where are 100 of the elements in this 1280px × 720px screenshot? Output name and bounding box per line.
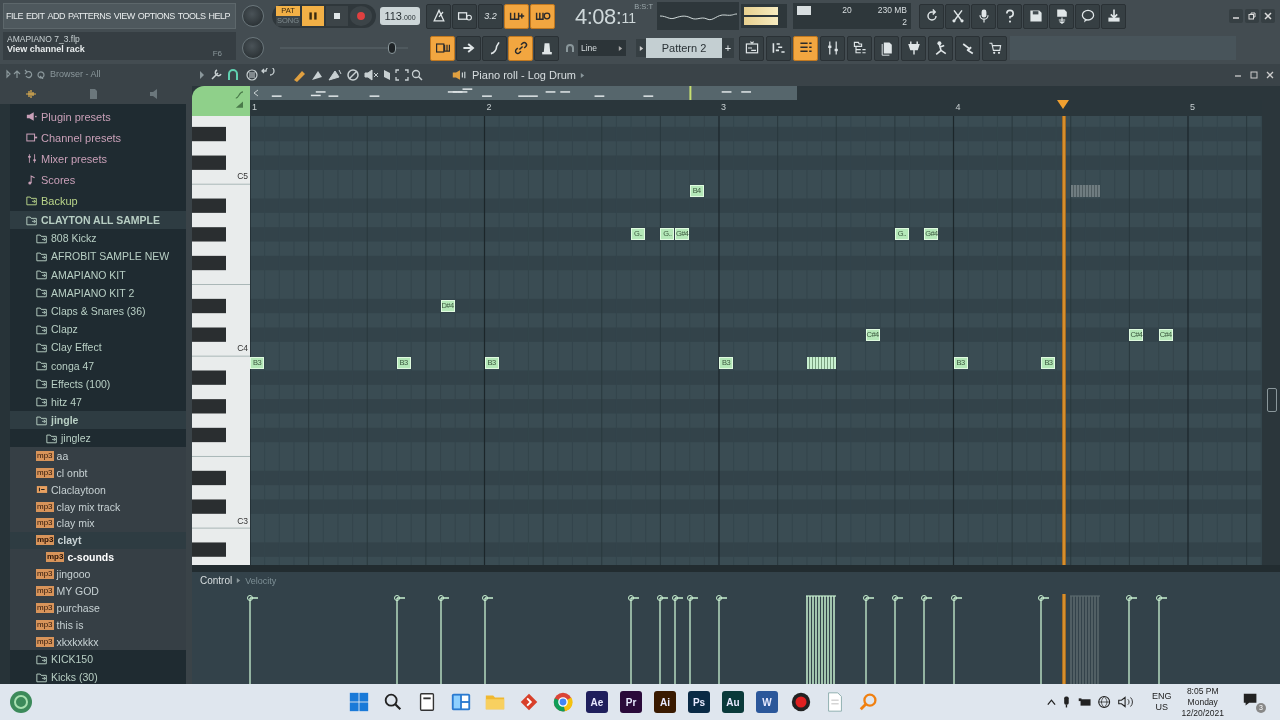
file-type-badge: mp3 <box>36 535 55 546</box>
browser-item[interactable]: CLAYTON ALL SAMPLE <box>10 211 186 230</box>
pattern-arrow-button[interactable] <box>636 39 646 57</box>
key-label: C3 <box>237 516 248 526</box>
browser-item[interactable]: mp3 xkxkxkkx <box>10 633 186 651</box>
app-tile[interactable]: W <box>756 691 778 713</box>
plugin-button[interactable] <box>901 35 926 61</box>
magnet-icon[interactable] <box>565 43 575 53</box>
countdown-button[interactable]: 3.2 <box>478 3 503 29</box>
stepedit-button[interactable] <box>430 35 455 61</box>
help-button[interactable] <box>997 3 1022 29</box>
menu-item[interactable]: OPTIONS <box>137 11 175 21</box>
menu-item[interactable]: VIEW <box>113 11 135 21</box>
app-tile[interactable]: Au <box>722 691 744 713</box>
maximize-icon[interactable] <box>1249 70 1259 80</box>
restore-button[interactable] <box>1245 9 1259 23</box>
playhead-marker[interactable] <box>1057 100 1070 110</box>
slider-thumb[interactable] <box>388 42 396 54</box>
loop-button[interactable] <box>530 3 555 29</box>
app-tile[interactable]: Ai <box>654 691 676 713</box>
bell-button[interactable] <box>534 35 559 61</box>
menu-item[interactable]: ADD <box>47 11 66 21</box>
stop-button[interactable] <box>326 6 348 26</box>
link-button[interactable] <box>508 35 533 61</box>
folder-icon <box>46 432 58 444</box>
velocity-bar-group[interactable] <box>804 594 837 684</box>
menu-item[interactable]: PATTERNS <box>68 11 111 21</box>
slide-button[interactable] <box>482 35 507 61</box>
master-volume-knob[interactable] <box>242 5 264 27</box>
channelrack-button[interactable] <box>793 35 818 61</box>
hint-text: View channel rack <box>7 44 85 54</box>
app-tile[interactable]: Ps <box>688 691 710 713</box>
search-icon[interactable] <box>382 691 404 713</box>
browser-item[interactable]: mp3 clay mix track <box>10 498 186 515</box>
scrollbar[interactable] <box>0 104 10 684</box>
bar-number: 4 <box>955 102 961 112</box>
browser-item[interactable]: mp3 clay mix <box>10 515 186 532</box>
waveform-icon[interactable] <box>25 88 37 100</box>
download-icon <box>1105 8 1122 24</box>
scroll-left-icon[interactable] <box>252 88 260 98</box>
browser-item[interactable]: mp3 cl onbt <box>10 464 186 482</box>
pattern-selector[interactable]: Pattern 2 <box>646 38 722 58</box>
pause-button[interactable] <box>302 6 324 26</box>
mic-button[interactable] <box>971 3 996 29</box>
key-label: C4 <box>237 343 248 353</box>
metronome-button[interactable] <box>426 3 451 29</box>
pianoroll-button[interactable] <box>766 35 791 61</box>
download-button[interactable] <box>1101 3 1126 29</box>
globe-icon[interactable] <box>552 691 574 713</box>
chat-button[interactable] <box>1075 3 1100 29</box>
record-icon[interactable] <box>790 691 812 713</box>
browser-item[interactable]: jingle <box>10 411 186 430</box>
menu-item[interactable]: TOOLS <box>177 11 206 21</box>
app-icon[interactable] <box>9 690 33 714</box>
project-button[interactable] <box>874 35 899 61</box>
typing-button[interactable] <box>504 3 529 29</box>
clock-text: 12/20/2021 <box>1181 707 1224 719</box>
browser-item[interactable]: mp3 aa <box>10 447 186 465</box>
browser-nav-icon[interactable] <box>5 69 47 79</box>
note-tool-tab[interactable] <box>192 86 250 116</box>
save-button[interactable] <box>1023 3 1048 29</box>
cut-button[interactable] <box>945 3 970 29</box>
app-tile[interactable]: Ae <box>586 691 608 713</box>
menu-item[interactable]: HELP <box>208 11 231 21</box>
taskbar-clock[interactable]: 8:05 PM Monday 12/20/2021 <box>1181 685 1224 719</box>
app-tile[interactable]: Pr <box>620 691 642 713</box>
piano-keyboard-drawing[interactable] <box>192 116 250 565</box>
diamond-icon[interactable] <box>518 691 540 713</box>
windows-icon[interactable] <box>348 691 370 713</box>
browser-item[interactable]: mp3 this is <box>10 616 186 634</box>
note-burst[interactable] <box>806 357 836 370</box>
master-pitch-knob[interactable] <box>242 37 264 59</box>
cut-icon <box>949 8 966 24</box>
arrow-button[interactable] <box>456 35 481 61</box>
widgets-icon[interactable] <box>450 691 472 713</box>
browser-item[interactable]: Claclaytoon <box>10 481 186 499</box>
speaker-icon[interactable] <box>452 69 468 81</box>
browser-item[interactable]: mp3 purchase <box>10 599 186 617</box>
close-button[interactable] <box>1261 9 1275 23</box>
caret-icon[interactable] <box>236 577 242 584</box>
caret-icon[interactable] <box>579 71 585 79</box>
wait-button[interactable] <box>452 3 477 29</box>
keyboard-button[interactable] <box>928 35 953 61</box>
minimize-button[interactable] <box>1229 9 1243 23</box>
add-pattern-button[interactable]: + <box>722 38 734 58</box>
browser-button[interactable] <box>847 35 872 61</box>
snap-dropdown[interactable]: Line <box>578 40 626 56</box>
language-indicator[interactable]: ENG US <box>1151 691 1172 713</box>
playlist-button[interactable] <box>739 35 764 61</box>
menu-item[interactable]: FILE <box>6 11 23 21</box>
file-type-badge: mp3 <box>36 602 54 613</box>
close-icon[interactable] <box>1265 70 1275 80</box>
touch-button[interactable] <box>955 35 980 61</box>
mixer-button[interactable] <box>820 35 845 61</box>
folder-icon <box>36 323 48 335</box>
export-button[interactable] <box>1049 3 1074 29</box>
menu-item[interactable]: EDIT <box>26 11 45 21</box>
undo-button[interactable] <box>919 3 944 29</box>
file-type-badge: mp3 <box>36 518 54 529</box>
shop-button[interactable] <box>982 35 1007 61</box>
